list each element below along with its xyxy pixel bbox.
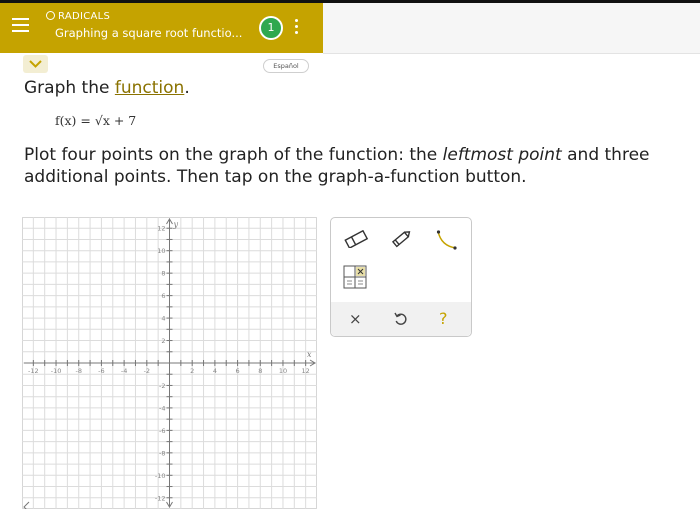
menu-icon-line	[12, 24, 29, 26]
x-tick-label: 6	[236, 367, 240, 375]
x-tick-label: -10	[51, 367, 62, 375]
x-axis-arrow-left-icon	[23, 501, 30, 509]
section-label-text: RADICALS	[58, 11, 111, 22]
y-tick-label: 12	[157, 225, 165, 233]
menu-button[interactable]	[0, 3, 38, 53]
eraser-tool-button[interactable]	[343, 229, 369, 252]
table-tool-button[interactable]	[343, 265, 367, 293]
pencil-tool-button[interactable]	[389, 228, 413, 254]
topic-title: Graphing a square root functio...	[55, 26, 243, 40]
section-circle-icon	[46, 11, 55, 20]
x-tick-label: 10	[279, 367, 287, 375]
help-button[interactable]: ?	[439, 310, 448, 328]
y-tick-label: 10	[157, 247, 165, 255]
collapse-button[interactable]	[23, 55, 48, 73]
x-tick-label: 12	[302, 367, 310, 375]
heading-text: Graph the	[24, 78, 110, 98]
undo-icon	[394, 312, 407, 325]
y-tick-label: -12	[155, 494, 166, 502]
menu-icon-line	[12, 18, 29, 20]
x-tick-label: -2	[144, 367, 150, 375]
function-link[interactable]: function	[115, 78, 184, 98]
instructions-text: Plot four points on the graph of the fun…	[24, 144, 700, 188]
x-axis-label: x	[307, 350, 312, 359]
y-tick-label: 8	[161, 270, 165, 278]
table-icon	[343, 265, 367, 289]
function-formula: f(x) = √x + 7	[55, 113, 137, 128]
instructions-emphasis: leftmost point	[442, 145, 562, 165]
x-tick-label: -4	[121, 367, 127, 375]
pencil-icon	[391, 231, 411, 248]
section-label: RADICALS	[46, 11, 111, 22]
x-tick-label: -8	[75, 367, 81, 375]
y-tick-label: -2	[159, 382, 165, 390]
y-tick-label: -8	[159, 449, 165, 457]
graph-function-tool-button[interactable]	[434, 228, 460, 256]
x-tick-label: -6	[98, 367, 104, 375]
y-tick-label: -6	[159, 427, 165, 435]
graph-tool-panel: × ?	[330, 217, 472, 337]
graph-area[interactable]: -12 -10 -8 -6 -4 -2 2 4 6 8 10 12 12 10 8 6 4 2 -2 -4 -6 -8 -1…	[22, 217, 317, 509]
x-tick-label: 2	[190, 367, 194, 375]
x-tick-label: -12	[28, 367, 39, 375]
y-tick-label: 6	[161, 292, 165, 300]
instructions-part1: Plot four points on the graph of the fun…	[24, 145, 438, 165]
heading-period: .	[184, 78, 190, 98]
clear-button[interactable]: ×	[349, 310, 362, 328]
curve-icon	[436, 230, 457, 250]
y-tick-label: 2	[161, 337, 165, 345]
problem-heading: Graph the function.	[24, 78, 190, 98]
eraser-icon	[344, 229, 369, 250]
y-tick-label: -10	[155, 472, 166, 480]
x-tick-label: 8	[258, 367, 262, 375]
undo-button[interactable]	[393, 311, 408, 330]
menu-icon-line	[12, 30, 29, 32]
y-tick-label: -4	[159, 404, 165, 412]
more-options-button[interactable]	[295, 19, 299, 35]
y-axis-label: y	[173, 220, 179, 229]
coordinate-grid[interactable]: -12 -10 -8 -6 -4 -2 2 4 6 8 10 12 12 10 8 6 4 2 -2 -4 -6 -8 -1…	[22, 217, 317, 509]
tool-action-bar: × ?	[331, 302, 471, 336]
dot-icon	[295, 19, 298, 22]
chevron-down-icon	[29, 60, 42, 68]
header-right-area	[323, 3, 700, 54]
dot-icon	[295, 25, 298, 28]
progress-badge[interactable]: 1	[259, 16, 283, 40]
y-tick-label: 4	[161, 315, 165, 323]
x-tick-label: 4	[213, 367, 217, 375]
dot-icon	[295, 31, 298, 34]
language-button[interactable]: Español	[263, 59, 309, 73]
